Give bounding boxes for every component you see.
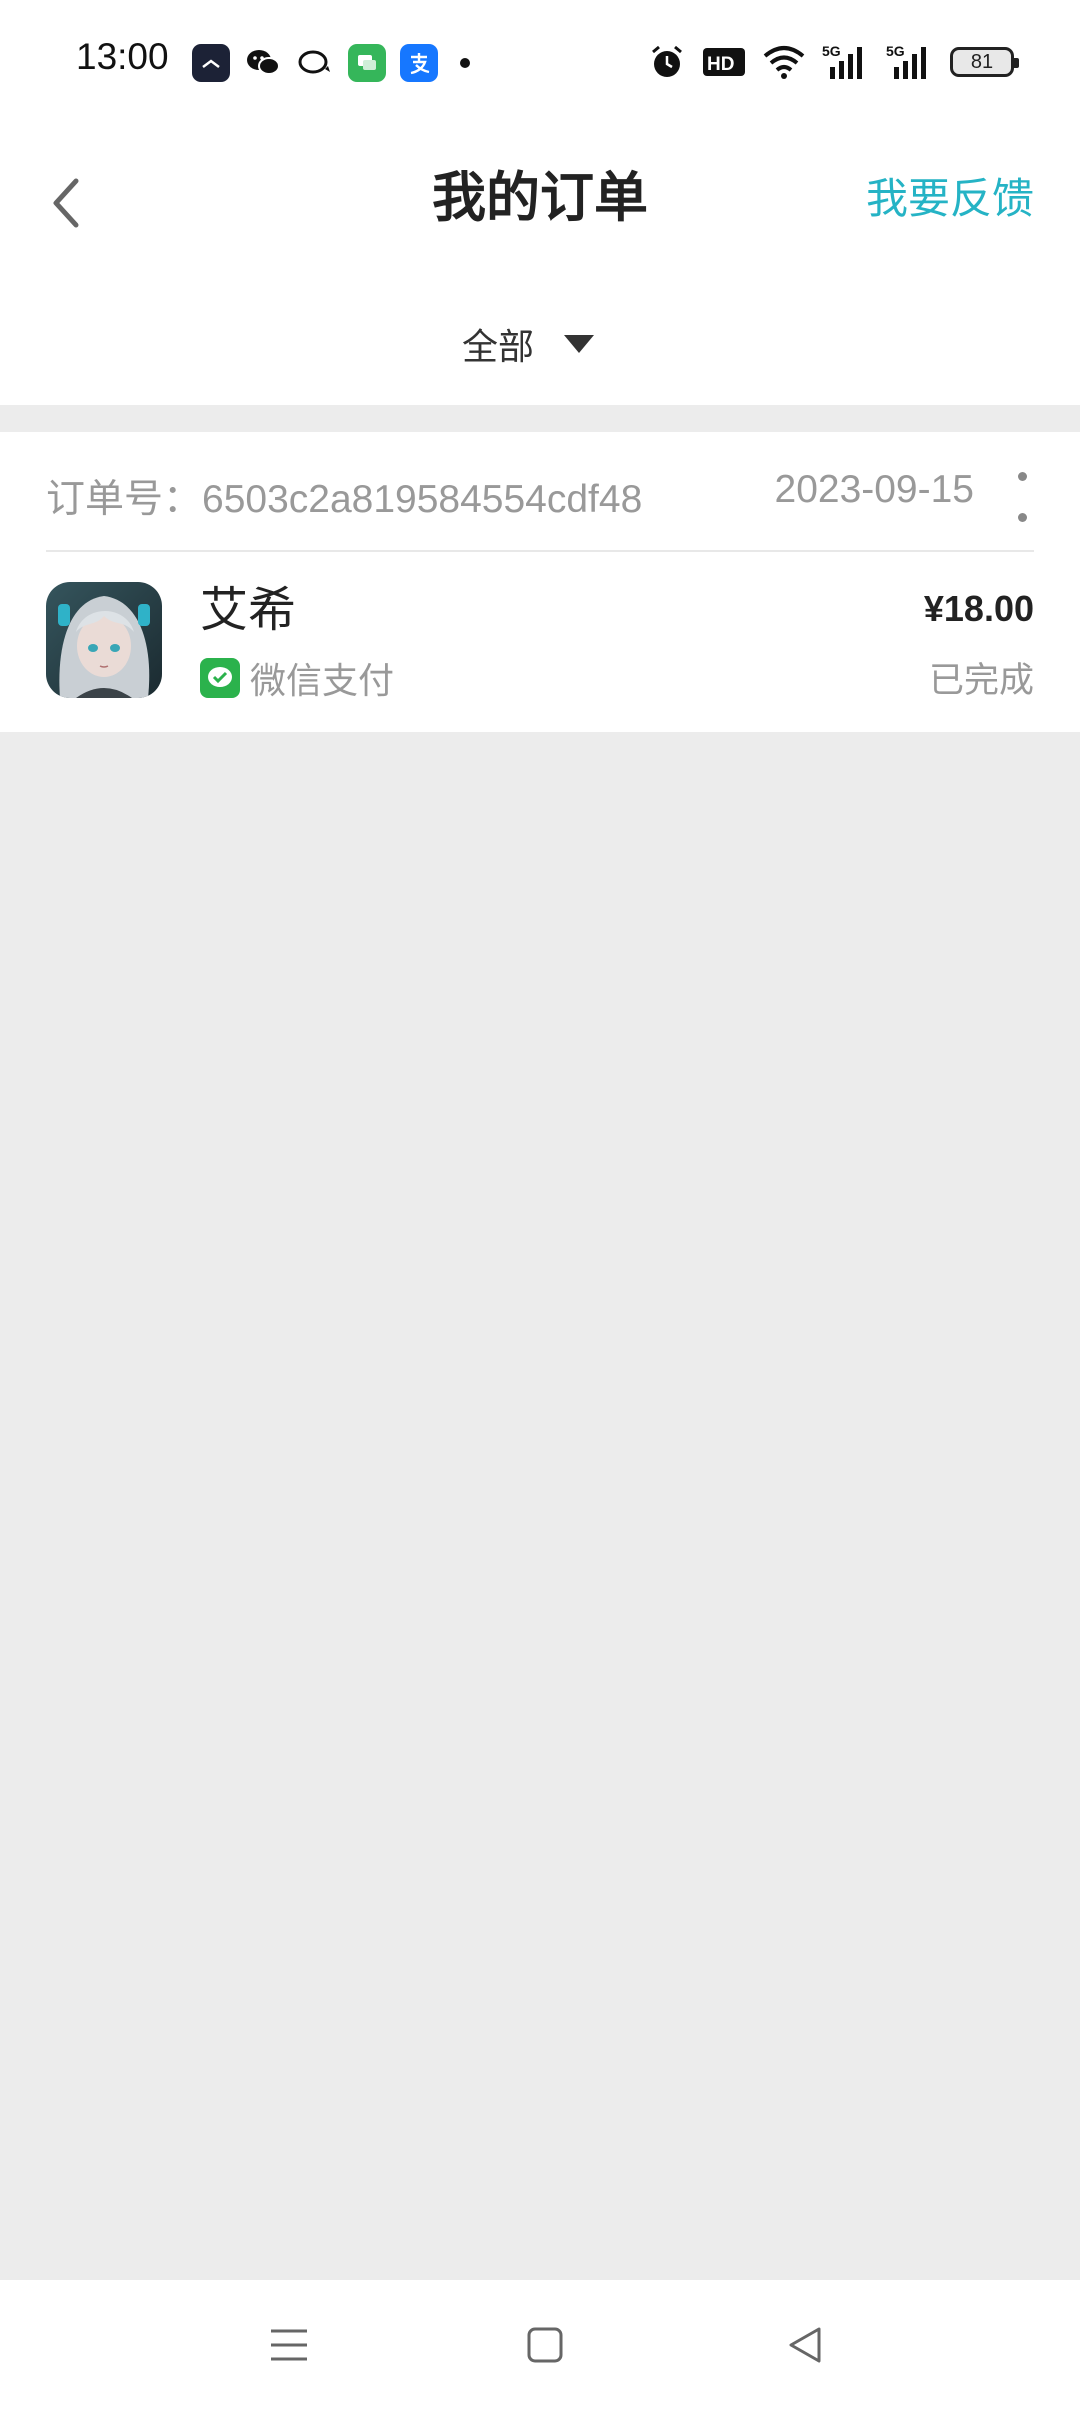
order-filter-dropdown[interactable]: 全部 (462, 318, 595, 370)
wifi-icon (763, 46, 805, 79)
screen: 13:00 HD 5G 5G 81 我的订单 我要反馈 全部 订单号：6503c… (0, 0, 1080, 2412)
more-notifications-dot (460, 58, 470, 68)
hd-label: HD (707, 54, 734, 75)
alipay-icon (400, 44, 438, 82)
order-number: 订单号：6503c2a819584554cdf48 (46, 478, 643, 521)
order-price: ¥18.00 (923, 588, 1034, 629)
order-date: 2023-09-15 (774, 468, 975, 511)
wechat-pay-icon (200, 658, 240, 698)
network-label: 5G (886, 43, 905, 59)
clock-app-icon (192, 44, 230, 82)
system-nav-bar (0, 2280, 1080, 2412)
battery-level: 81 (970, 50, 994, 73)
chat-bubble-icon (296, 44, 334, 82)
more-options-button[interactable] (1010, 472, 1034, 522)
triangle-back-icon (789, 2327, 821, 2363)
network-label: 5G (822, 43, 841, 59)
payment-method-label: 微信支付 (250, 661, 395, 702)
status-time: 13:00 (76, 36, 169, 77)
signal-5g-icon: 5G (886, 43, 926, 79)
alarm-icon (652, 45, 682, 77)
product-name: 艾希 (200, 582, 297, 638)
caret-down-icon (564, 335, 595, 353)
dot (1017, 472, 1027, 481)
order-card[interactable]: 订单号：6503c2a819584554cdf48 2023-09-15 艾希 … (0, 432, 1080, 732)
game-app-icon (46, 582, 162, 698)
filter-selected-label: 全部 (462, 327, 535, 368)
wechat-icon (244, 44, 282, 82)
battery-indicator: 81 (950, 47, 1019, 77)
filter-bar: 全部 (0, 280, 1080, 405)
order-status: 已完成 (928, 661, 1034, 701)
dot (1017, 513, 1027, 522)
status-notification-icons (192, 42, 470, 84)
order-header-row: 订单号：6503c2a819584554cdf48 2023-09-15 (46, 432, 1034, 552)
status-system-icons: HD 5G 5G 81 (648, 40, 1019, 84)
messages-icon (348, 44, 386, 82)
app-header: 我的订单 我要反馈 (0, 125, 1080, 280)
square-icon (527, 2327, 563, 2363)
order-body: 艾希 微信支付 ¥18.00 已完成 (46, 582, 1034, 702)
menu-icon (271, 2329, 307, 2361)
back-nav-button[interactable] (770, 2310, 840, 2380)
recent-apps-button[interactable] (254, 2310, 324, 2380)
signal-5g-icon: 5G (822, 43, 862, 79)
hd-icon: HD (703, 48, 745, 76)
status-bar: 13:00 HD 5G 5G 81 (0, 0, 1080, 125)
feedback-button[interactable]: 我要反馈 (866, 165, 1034, 232)
home-button[interactable] (510, 2310, 580, 2380)
payment-method-row: 微信支付 (200, 652, 394, 704)
